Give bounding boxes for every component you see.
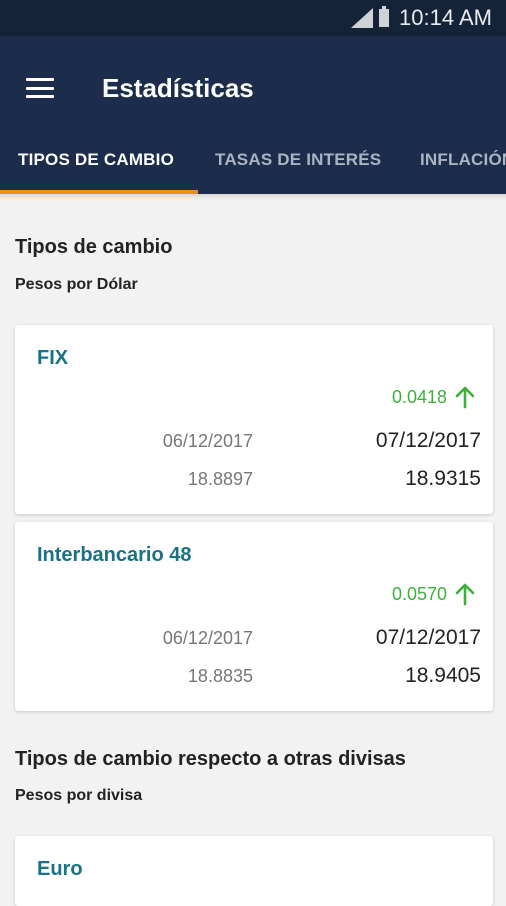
card-title: Euro [37,858,83,880]
current-value: 18.9315 [405,467,481,490]
current-date: 07/12/2017 [375,626,481,649]
section-subtitle-pesos-por-divisa: Pesos por divisa [15,787,143,804]
previous-value: 18.8835 [187,666,253,686]
tab-inflacion[interactable]: INFLACIÓN [420,140,506,194]
tab-tipos-de-cambio[interactable]: TIPOS DE CAMBIO [18,140,174,194]
section-title-tipos-de-cambio: Tipos de cambio [15,236,173,258]
rate-card-euro[interactable]: Euro [15,836,493,906]
signal-icon [351,8,374,28]
tab-shadow [0,194,506,200]
arrow-up-icon [455,583,475,606]
rate-card-interbancario-48[interactable]: Interbancario 48 0.0570 06/12/2017 07/12… [15,522,493,711]
section-subtitle-pesos-por-dolar: Pesos por Dólar [15,276,138,293]
rate-card-fix[interactable]: FIX 0.0418 06/12/2017 07/12/2017 18.8897… [15,325,493,514]
status-time: 10:14 AM [399,5,492,30]
menu-icon[interactable] [26,78,54,98]
battery-icon [379,6,390,27]
change-value: 0.0418 [391,386,447,407]
change-indicator: 0.0570 [392,582,477,606]
change-value: 0.0570 [391,583,447,604]
arrow-up-icon [455,386,475,409]
previous-date: 06/12/2017 [162,431,253,451]
current-value: 18.9405 [405,664,481,687]
section-title-otras-divisas: Tipos de cambio respecto a otras divisas [15,748,406,770]
tab-bar: TIPOS DE CAMBIO TASAS DE INTERÉS INFLACI… [0,140,506,194]
current-date: 07/12/2017 [375,429,481,452]
previous-date: 06/12/2017 [162,628,253,648]
change-indicator: 0.0418 [392,385,477,409]
card-title: Interbancario 48 [37,544,192,566]
card-title: FIX [37,347,69,369]
status-bar: 10:14 AM [0,0,506,36]
app-bar: Estadísticas [0,36,506,140]
tab-tasas-de-interes[interactable]: TASAS DE INTERÉS [215,140,381,194]
previous-value: 18.8897 [187,469,253,489]
page-title: Estadísticas [102,72,254,103]
